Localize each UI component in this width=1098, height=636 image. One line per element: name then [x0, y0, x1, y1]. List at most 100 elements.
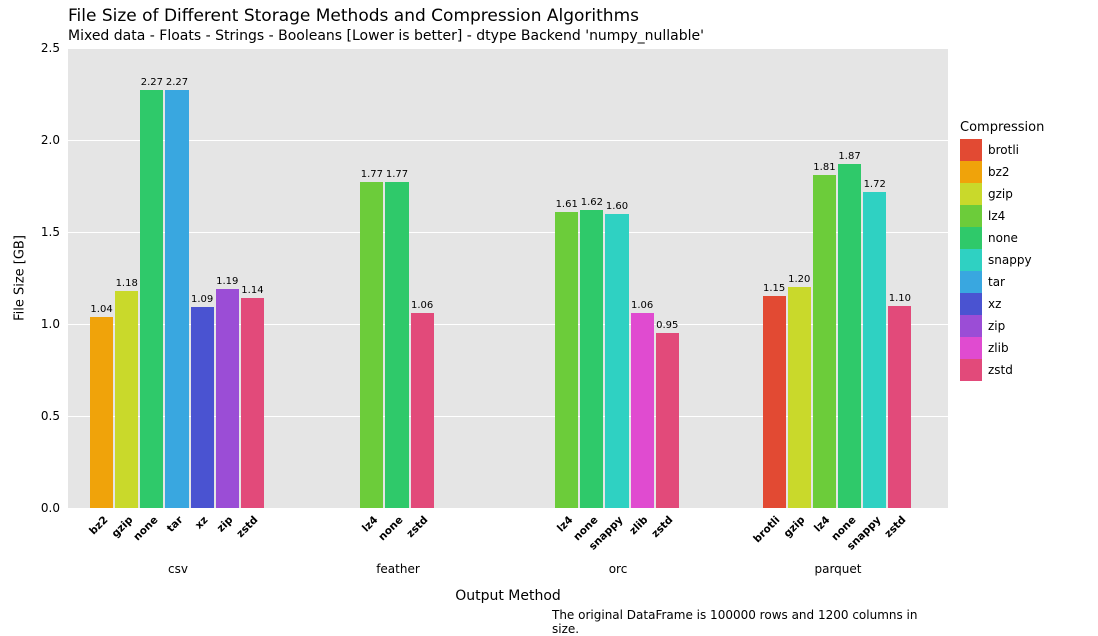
method-group-label: feather [376, 562, 420, 576]
method-group-label: orc [609, 562, 628, 576]
legend: Compression brotli bz2 gzip lz4 none snappy ta… [960, 120, 1044, 381]
legend-item-none: none [960, 227, 1044, 249]
bar-feather-lz4 [360, 182, 383, 508]
compression-tick-label: lz4 [812, 514, 833, 535]
legend-item-gzip: gzip [960, 183, 1044, 205]
legend-swatch [960, 337, 982, 359]
legend-item-snappy: snappy [960, 249, 1044, 271]
x-axis-label: Output Method [455, 588, 561, 604]
legend-swatch [960, 271, 982, 293]
bar-feather-zstd [411, 313, 434, 508]
compression-tick-label: brotli [751, 514, 782, 545]
bar-orc-zlib [631, 313, 654, 508]
y-tick-label: 2.5 [20, 41, 60, 55]
bar-value-label: 1.72 [864, 179, 886, 190]
bar-value-label: 1.18 [116, 278, 138, 289]
legend-item-brotli: brotli [960, 139, 1044, 161]
compression-tick-label: zstd [235, 514, 261, 540]
bar-csv-xz [191, 307, 214, 508]
compression-tick-label: gzip [782, 514, 808, 540]
bar-orc-zstd [656, 333, 679, 508]
compression-tick-label: none [376, 514, 405, 543]
bar-value-label: 1.61 [556, 199, 578, 210]
legend-label: zstd [988, 363, 1013, 377]
legend-swatch [960, 249, 982, 271]
bar-value-label: 1.60 [606, 201, 628, 212]
bar-orc-lz4 [555, 212, 578, 508]
legend-item-bz2: bz2 [960, 161, 1044, 183]
y-tick-label: 0.0 [20, 501, 60, 515]
bar-value-label: 2.27 [141, 77, 163, 88]
compression-tick-label: bz2 [87, 514, 110, 537]
legend-label: brotli [988, 143, 1019, 157]
legend-label: lz4 [988, 209, 1005, 223]
bar-value-label: 1.06 [631, 300, 653, 311]
compression-tick-label: tar [165, 514, 186, 535]
legend-swatch [960, 359, 982, 381]
figure: File Size of Different Storage Methods a… [0, 0, 1098, 598]
legend-item-zlib: zlib [960, 337, 1044, 359]
y-axis-label: File Size [GB] [13, 235, 28, 321]
bar-parquet-zstd [888, 306, 911, 508]
plot-area: File Size [GB] 1.041.182.272.271.091.191… [68, 48, 948, 508]
bar-csv-zip [216, 289, 239, 508]
bar-value-label: 2.27 [166, 77, 188, 88]
legend-item-lz4: lz4 [960, 205, 1044, 227]
legend-label: bz2 [988, 165, 1010, 179]
compression-tick-label: lz4 [555, 514, 576, 535]
legend-label: tar [988, 275, 1005, 289]
legend-title: Compression [960, 120, 1044, 135]
bar-orc-snappy [605, 214, 628, 508]
method-group-label: parquet [814, 562, 861, 576]
bar-value-label: 1.14 [241, 285, 263, 296]
chart-title: File Size of Different Storage Methods a… [68, 6, 639, 26]
bar-value-label: 1.87 [838, 151, 860, 162]
y-tick-label: 1.5 [20, 225, 60, 239]
legend-swatch [960, 293, 982, 315]
legend-swatch [960, 161, 982, 183]
bar-value-label: 1.04 [90, 304, 112, 315]
bar-value-label: 1.15 [763, 283, 785, 294]
bar-parquet-none [838, 164, 861, 508]
legend-swatch [960, 183, 982, 205]
legend-label: zip [988, 319, 1005, 333]
bar-value-label: 1.09 [191, 294, 213, 305]
bar-value-label: 1.81 [813, 162, 835, 173]
bar-csv-tar [165, 90, 188, 508]
chart-footnote: The original DataFrame is 100000 rows an… [552, 608, 948, 636]
bar-value-label: 1.20 [788, 274, 810, 285]
bar-csv-none [140, 90, 163, 508]
bar-feather-none [385, 182, 408, 508]
compression-tick-label: gzip [109, 514, 135, 540]
legend-label: zlib [988, 341, 1009, 355]
legend-item-tar: tar [960, 271, 1044, 293]
legend-swatch [960, 315, 982, 337]
bar-value-label: 1.06 [411, 300, 433, 311]
bar-parquet-gzip [788, 287, 811, 508]
bar-value-label: 1.10 [889, 293, 911, 304]
bars-layer: 1.04 1.18 2.272.27 1.091.191.14 1.771.77 1.06… [68, 48, 948, 508]
legend-item-zstd: zstd [960, 359, 1044, 381]
method-group-label: csv [168, 562, 188, 576]
bar-parquet-snappy [863, 192, 886, 508]
bar-csv-zstd [241, 298, 264, 508]
compression-tick-label: zstd [405, 514, 431, 540]
chart-subtitle: Mixed data - Floats - Strings - Booleans… [68, 28, 704, 44]
bar-csv-gzip [115, 291, 138, 508]
compression-tick-label: zstd [650, 514, 676, 540]
bar-value-label: 1.77 [361, 169, 383, 180]
legend-item-xz: xz [960, 293, 1044, 315]
legend-swatch [960, 139, 982, 161]
legend-swatch [960, 205, 982, 227]
bar-value-label: 1.62 [581, 197, 603, 208]
legend-label: snappy [988, 253, 1032, 267]
compression-tick-label: zstd [882, 514, 908, 540]
legend-item-zip: zip [960, 315, 1044, 337]
legend-label: none [988, 231, 1018, 245]
compression-tick-label: xz [193, 514, 211, 532]
compression-tick-label: zip [215, 514, 236, 535]
y-tick-label: 0.5 [20, 409, 60, 423]
bar-value-label: 1.19 [216, 276, 238, 287]
compression-tick-label: zlib [627, 514, 650, 537]
bar-value-label: 1.77 [386, 169, 408, 180]
